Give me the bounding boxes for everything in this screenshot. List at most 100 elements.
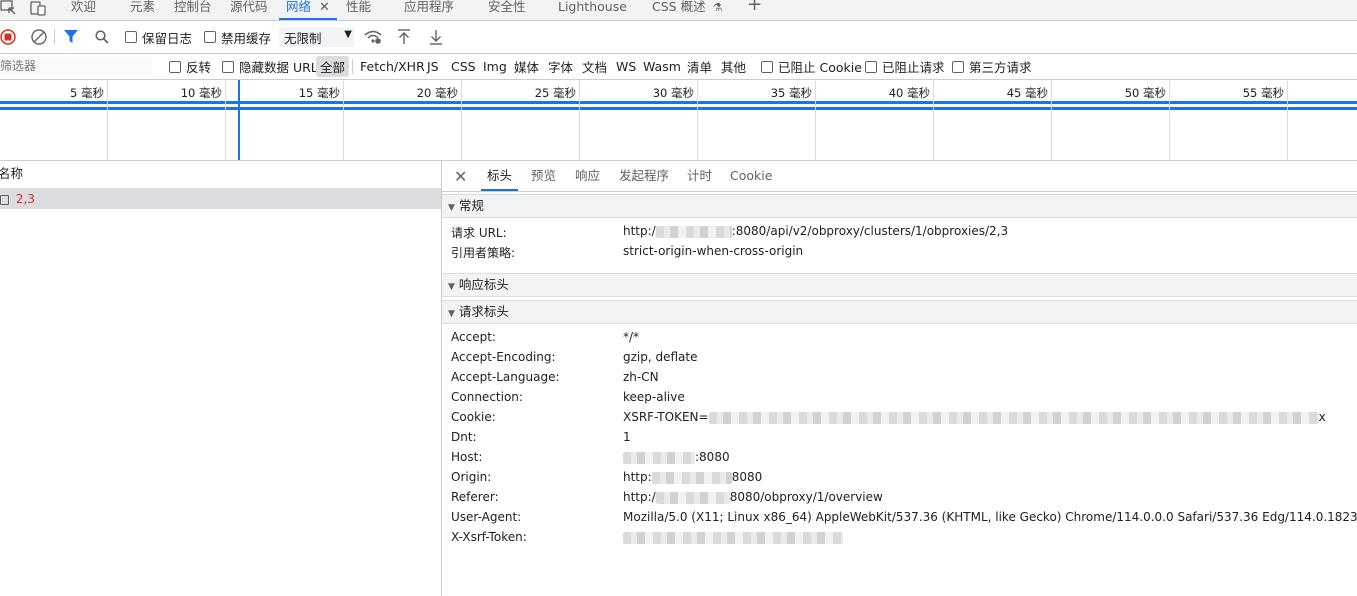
timeline-gridline: [225, 80, 226, 160]
filter-type-media[interactable]: 媒体: [514, 54, 539, 79]
tab-sources[interactable]: 源代码: [230, 0, 268, 20]
filter-type-all[interactable]: 全部: [316, 54, 350, 79]
tab-cookies[interactable]: Cookie: [730, 161, 772, 191]
active-tab-indicator: [279, 18, 337, 20]
connection-key: Connection:: [451, 390, 523, 404]
export-har-icon[interactable]: [429, 21, 443, 53]
host-value: :8080: [623, 450, 730, 464]
filter-funnel-icon[interactable]: [64, 21, 78, 53]
name-column-header[interactable]: 名称: [0, 161, 441, 189]
tab-preview[interactable]: 预览: [531, 161, 556, 191]
third-party-checkbox[interactable]: 第三方请求: [952, 54, 1032, 79]
redacted-host-blur: [623, 451, 695, 464]
checkbox-box[interactable]: [125, 31, 137, 43]
tab-initiator[interactable]: 发起程序: [619, 161, 669, 191]
checkbox-box[interactable]: [169, 60, 181, 73]
clear-icon[interactable]: [31, 21, 47, 53]
response-headers-title: 响应标头: [458, 277, 509, 292]
timeline-cursor-line[interactable]: [238, 80, 240, 160]
inspect-element-icon[interactable]: [0, 0, 16, 16]
checkbox-box[interactable]: [761, 60, 773, 73]
toolbar-divider: [54, 29, 55, 45]
response-headers-section-header[interactable]: ▼ 响应标头: [442, 273, 1357, 297]
blocked-cookies-checkbox[interactable]: 已阻止 Cookie: [761, 54, 862, 79]
filter-type-img[interactable]: Img: [483, 54, 507, 79]
filter-input[interactable]: [0, 57, 152, 74]
name-column-header-label: 名称: [0, 166, 24, 181]
timeline-tick-label: 40 毫秒: [888, 86, 930, 100]
filter-type-wasm[interactable]: Wasm: [643, 54, 681, 79]
tab-performance[interactable]: 性能: [346, 0, 371, 20]
active-tab-indicator: [481, 189, 519, 191]
referrer-policy-value: strict-origin-when-cross-origin: [623, 244, 804, 258]
request-list: 名称 2,3: [0, 161, 442, 596]
timeline-gridline: [933, 80, 934, 160]
network-conditions-icon[interactable]: [364, 21, 382, 53]
filter-type-other[interactable]: 其他: [721, 54, 746, 79]
checkbox-box[interactable]: [865, 60, 877, 73]
timeline-overview[interactable]: 5 毫秒 10 毫秒 15 毫秒 20 毫秒 25 毫秒 30 毫秒 35 毫秒 40 毫秒 4…: [0, 80, 1357, 161]
timeline-request-bar-2: [0, 107, 1357, 110]
filter-type-ws[interactable]: WS: [616, 54, 636, 79]
accept-language-key: Accept-Language:: [451, 370, 560, 384]
tab-lighthouse[interactable]: Lighthouse: [558, 0, 627, 20]
general-section-title: 常规: [458, 198, 484, 213]
user-agent-value: Mozilla/5.0 (X11; Linux x86_64) AppleWeb…: [623, 510, 1357, 524]
search-icon[interactable]: [95, 21, 109, 53]
checkbox-box[interactable]: [222, 60, 234, 73]
filter-type-css[interactable]: CSS: [451, 54, 476, 79]
timeline-tick-label: 35 毫秒: [770, 86, 812, 100]
disable-cache-checkbox[interactable]: 禁用缓存: [204, 21, 271, 53]
timeline-tick-label: 30 毫秒: [652, 86, 694, 100]
tab-headers[interactable]: 标头: [481, 161, 519, 191]
referer-value: http:/ 8080/obproxy/1/overview: [623, 490, 883, 504]
filter-type-manifest[interactable]: 清单: [687, 54, 712, 79]
tab-application[interactable]: 应用程序: [404, 0, 454, 20]
tab-console[interactable]: 控制台: [174, 0, 212, 20]
filter-type-doc[interactable]: 文档: [582, 54, 607, 79]
collapse-triangle-icon: ▼: [448, 282, 455, 292]
tab-network[interactable]: 网络 ✕: [279, 0, 337, 20]
connection-value: keep-alive: [623, 390, 685, 404]
hide-data-urls-checkbox[interactable]: 隐藏数据 URL: [222, 54, 318, 79]
blocked-cookies-label: 已阻止 Cookie: [778, 60, 862, 75]
tab-response[interactable]: 响应: [575, 161, 600, 191]
close-tab-icon[interactable]: ✕: [319, 1, 330, 15]
tab-css-overview[interactable]: CSS 概述 ⚗: [652, 0, 722, 20]
invert-checkbox[interactable]: 反转: [169, 54, 211, 79]
filter-type-fetch-xhr[interactable]: Fetch/XHR: [360, 54, 425, 79]
hide-data-urls-label: 隐藏数据 URL: [239, 60, 318, 75]
filter-type-js[interactable]: JS: [427, 54, 439, 79]
collapse-triangle-icon: ▼: [448, 203, 455, 213]
checkbox-box[interactable]: [204, 31, 216, 43]
checkbox-box[interactable]: [952, 60, 964, 73]
tab-timing[interactable]: 计时: [687, 161, 712, 191]
accept-value: */*: [623, 330, 640, 344]
timeline-tick-label: 15 毫秒: [298, 86, 340, 100]
record-stop-icon[interactable]: [0, 21, 16, 53]
device-toolbar-icon[interactable]: [30, 0, 48, 16]
tab-elements[interactable]: 元素: [130, 0, 155, 20]
tab-welcome[interactable]: 欢迎: [71, 0, 96, 20]
details-tab-bar: ✕ 标头 预览 响应 发起程序 计时 Cookie: [442, 161, 1357, 192]
request-headers-section-header[interactable]: ▼ 请求标头: [442, 300, 1357, 324]
timeline-gridline: [1287, 80, 1288, 160]
tab-security[interactable]: 安全性: [488, 0, 526, 20]
timeline-gridline: [1169, 80, 1170, 160]
referer-suffix: 8080/obproxy/1/overview: [729, 490, 883, 504]
table-row[interactable]: 2,3: [0, 189, 441, 209]
import-har-icon[interactable]: [397, 21, 411, 53]
more-tabs-plus-icon[interactable]: +: [747, 0, 762, 18]
timeline-gridline: [579, 80, 580, 160]
filter-divider: [352, 59, 353, 74]
filter-bar: 反转 隐藏数据 URL 全部 Fetch/XHR JS CSS Img 媒体 字…: [0, 54, 1357, 80]
blocked-requests-checkbox[interactable]: 已阻止请求: [865, 54, 945, 79]
throttling-select[interactable]: 无限制 ▼: [279, 27, 354, 47]
preserve-log-checkbox[interactable]: 保留日志: [125, 21, 192, 53]
origin-suffix: 8080: [731, 470, 763, 484]
filter-type-font[interactable]: 字体: [548, 54, 573, 79]
redacted-host-blur: [655, 491, 730, 504]
request-url-prefix: http:/: [623, 224, 656, 238]
general-section-header[interactable]: ▼ 常规: [442, 194, 1357, 218]
close-icon[interactable]: ✕: [454, 167, 467, 186]
